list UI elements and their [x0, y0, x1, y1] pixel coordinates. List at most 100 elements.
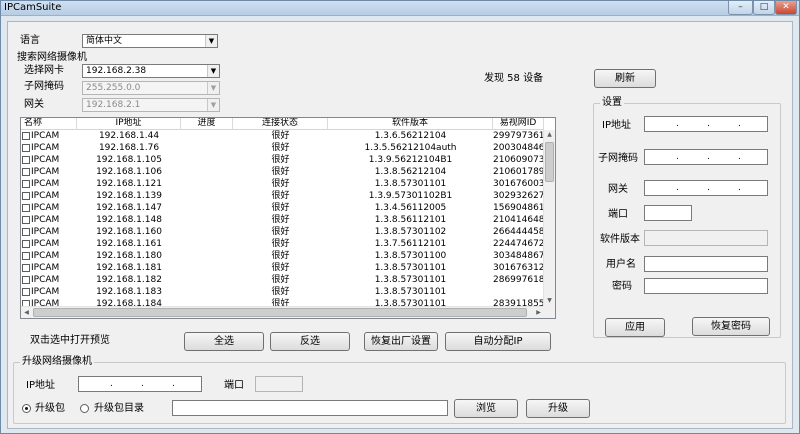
cell-name: IPCAM: [21, 274, 77, 286]
row-checkbox[interactable]: [22, 240, 30, 248]
radio-upgrade-directory[interactable]: [80, 404, 89, 413]
row-checkbox[interactable]: [22, 204, 30, 212]
select-all-button[interactable]: 全选: [184, 332, 264, 351]
cell-status: 很好: [271, 155, 290, 165]
table-row[interactable]: IPCAM 192.168.1.182 很好 1.3.8.57301101 286997…: [21, 274, 544, 286]
table-row[interactable]: IPCAM 192.168.1.139 很好 1.3.9.57301102B1 3029…: [21, 190, 544, 202]
cell-name-text: IPCAM: [31, 215, 60, 225]
row-checkbox[interactable]: [22, 216, 30, 224]
upgrade-button[interactable]: 升级: [526, 399, 590, 418]
cell-id: 302932627: [493, 191, 544, 201]
row-checkbox[interactable]: [22, 276, 30, 284]
dropdown-arrow-icon[interactable]: ▼: [205, 35, 217, 47]
scroll-down-icon[interactable]: ▼: [544, 296, 555, 306]
column-header-name[interactable]: 名称: [21, 118, 77, 130]
settings-gateway-label: 网关: [608, 184, 628, 195]
column-header-progress[interactable]: 进度: [181, 118, 233, 130]
cell-ip: 192.168.1.181: [96, 263, 162, 273]
radio-upgrade-package[interactable]: [22, 404, 31, 413]
row-checkbox[interactable]: [22, 156, 30, 164]
table-row[interactable]: IPCAM 192.168.1.147 很好 1.3.4.56112005 156904…: [21, 202, 544, 214]
cell-name-text: IPCAM: [31, 167, 60, 177]
cell-status: 很好: [271, 215, 290, 225]
refresh-button[interactable]: 刷新: [594, 69, 656, 88]
table-row[interactable]: IPCAM 192.168.1.44 很好 1.3.6.56212104 2997973…: [21, 130, 544, 142]
row-checkbox[interactable]: [22, 288, 30, 296]
table-row[interactable]: IPCAM 192.168.1.180 很好 1.3.8.57301100 303484…: [21, 250, 544, 262]
column-header-status[interactable]: 连接状态: [233, 118, 328, 130]
mask-select: 255.255.0.0 ▼: [82, 81, 220, 95]
row-checkbox[interactable]: [22, 144, 30, 152]
horizontal-scrollbar[interactable]: ◀ ▶: [21, 306, 544, 318]
scroll-left-icon[interactable]: ◀: [21, 308, 32, 318]
settings-port-input[interactable]: [644, 205, 692, 221]
close-button[interactable]: ✕: [775, 1, 797, 15]
radio-upgrade-directory-label[interactable]: 升级包目录: [94, 403, 144, 415]
cell-ip: 192.168.1.161: [96, 239, 162, 249]
device-list[interactable]: 名称 IP地址 进度 连接状态 软件版本 易视网ID IPCAM 192.168.…: [20, 117, 556, 319]
table-row[interactable]: IPCAM 192.168.1.148 很好 1.3.8.56112101 210414…: [21, 214, 544, 226]
apply-button[interactable]: 应用: [605, 318, 665, 337]
title-bar[interactable]: IPCamSuite – □ ✕: [1, 1, 799, 16]
vertical-scrollbar[interactable]: ▲ ▼: [543, 130, 555, 306]
client-area: 语言 简体中文 ▼ 搜索网络摄像机 选择网卡 192.168.2.38 ▼ 子网…: [7, 21, 793, 429]
upgrade-path-input[interactable]: [172, 400, 448, 416]
row-checkbox[interactable]: [22, 168, 30, 176]
list-header: 名称 IP地址 进度 连接状态 软件版本 易视网ID: [21, 118, 544, 130]
cell-progress: [181, 202, 233, 214]
row-checkbox[interactable]: [22, 180, 30, 188]
nic-select[interactable]: 192.168.2.38 ▼: [82, 64, 220, 78]
cell-progress: [181, 154, 233, 166]
column-header-version[interactable]: 软件版本: [328, 118, 493, 130]
cell-status: 很好: [271, 167, 290, 177]
upgrade-ip-input[interactable]: . . .: [78, 376, 202, 392]
language-select[interactable]: 简体中文 ▼: [82, 34, 218, 48]
dropdown-arrow-icon[interactable]: ▼: [207, 65, 219, 77]
cell-ip: 192.168.1.106: [96, 167, 162, 177]
cell-id: 200304846: [493, 143, 544, 153]
row-checkbox[interactable]: [22, 132, 30, 140]
settings-password-input[interactable]: [644, 278, 768, 294]
table-row[interactable]: IPCAM 192.168.1.105 很好 1.3.9.56212104B1 2106…: [21, 154, 544, 166]
ip-separator: .: [707, 119, 710, 129]
cell-ip: 192.168.1.105: [96, 155, 162, 165]
settings-gateway-input[interactable]: . . .: [644, 180, 768, 196]
row-checkbox[interactable]: [22, 252, 30, 260]
nic-label: 选择网卡: [24, 65, 64, 76]
invert-select-button[interactable]: 反选: [270, 332, 350, 351]
vertical-scroll-thumb[interactable]: [545, 142, 554, 182]
cell-name: IPCAM: [21, 190, 77, 202]
row-checkbox[interactable]: [22, 192, 30, 200]
cell-name-text: IPCAM: [31, 155, 60, 165]
cell-status: 很好: [271, 251, 290, 261]
settings-password-label: 密码: [612, 281, 632, 292]
row-checkbox[interactable]: [22, 228, 30, 236]
table-row[interactable]: IPCAM 192.168.1.106 很好 1.3.8.56212104 210601…: [21, 166, 544, 178]
table-row[interactable]: IPCAM 192.168.1.183 很好 1.3.8.57301101: [21, 286, 544, 298]
factory-reset-button[interactable]: 恢复出厂设置: [364, 332, 438, 351]
scroll-up-icon[interactable]: ▲: [544, 130, 555, 140]
browse-button[interactable]: 浏览: [454, 399, 518, 418]
cell-name: IPCAM: [21, 154, 77, 166]
minimize-button[interactable]: –: [728, 1, 753, 15]
restore-password-button[interactable]: 恢复密码: [692, 317, 770, 336]
settings-username-input[interactable]: [644, 256, 768, 272]
table-row[interactable]: IPCAM 192.168.1.76 很好 1.3.5.56212104auth 200…: [21, 142, 544, 154]
cell-version: 1.3.8.57301101: [374, 287, 447, 297]
cell-progress: [181, 190, 233, 202]
table-row[interactable]: IPCAM 192.168.1.160 很好 1.3.8.57301102 266444…: [21, 226, 544, 238]
cell-ip: 192.168.1.180: [96, 251, 162, 261]
auto-assign-ip-button[interactable]: 自动分配IP: [445, 332, 551, 351]
row-checkbox[interactable]: [22, 264, 30, 272]
maximize-button[interactable]: □: [753, 1, 775, 15]
column-header-ip[interactable]: IP地址: [77, 118, 181, 130]
table-row[interactable]: IPCAM 192.168.1.181 很好 1.3.8.57301101 301676…: [21, 262, 544, 274]
table-row[interactable]: IPCAM 192.168.1.161 很好 1.3.7.56112101 224474…: [21, 238, 544, 250]
radio-upgrade-package-label[interactable]: 升级包: [35, 403, 65, 415]
column-header-id[interactable]: 易视网ID: [493, 118, 544, 130]
horizontal-scroll-thumb[interactable]: [33, 308, 527, 317]
settings-mask-input[interactable]: . . .: [644, 149, 768, 165]
table-row[interactable]: IPCAM 192.168.1.121 很好 1.3.8.57301101 301676…: [21, 178, 544, 190]
cell-ip: 192.168.1.147: [96, 203, 162, 213]
settings-ip-input[interactable]: . . .: [644, 116, 768, 132]
